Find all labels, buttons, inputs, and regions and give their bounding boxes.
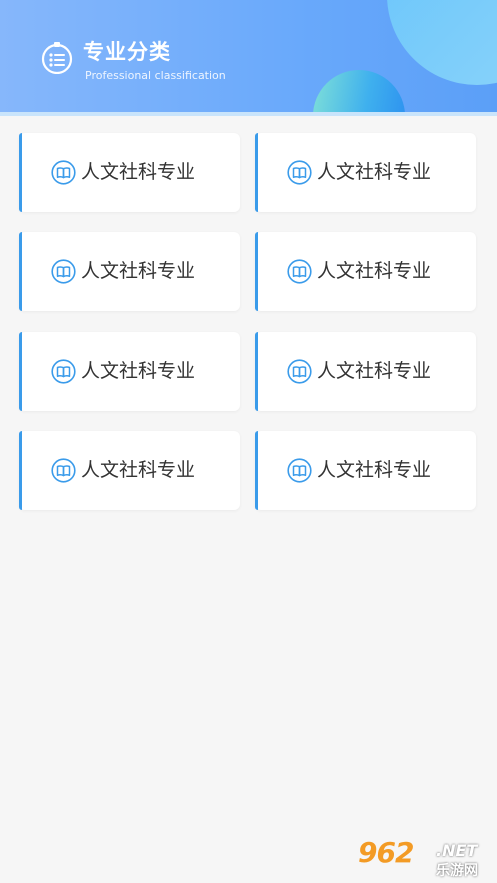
decor-circle-small (313, 70, 405, 112)
watermark-number: 962 (358, 836, 414, 869)
header: 专业分类 Professional classification (0, 0, 497, 112)
book-icon (51, 259, 76, 284)
category-label: 人文社科专业 (81, 359, 196, 382)
book-icon (287, 458, 312, 483)
category-card[interactable]: 人文社科专业 (255, 133, 476, 212)
watermark-suffix: .NET (436, 841, 478, 860)
category-card[interactable]: 人文社科专业 (255, 232, 476, 312)
watermark: 962 .NET 乐游网 (356, 836, 492, 879)
category-label: 人文社科专业 (317, 260, 432, 283)
book-icon (287, 160, 312, 185)
page-subtitle: Professional classification (85, 69, 226, 82)
category-label: 人文社科专业 (81, 458, 196, 481)
decor-circle-large (387, 0, 497, 85)
category-label: 人文社科专业 (317, 161, 432, 183)
category-card[interactable]: 人文社科专业 (19, 430, 240, 510)
category-label: 人文社科专业 (317, 458, 432, 481)
category-label: 人文社科专业 (81, 260, 196, 283)
book-icon (51, 458, 76, 483)
list-icon (41, 42, 73, 74)
category-label: 人文社科专业 (317, 359, 432, 382)
book-icon (287, 259, 312, 284)
book-icon (51, 160, 76, 185)
category-card[interactable]: 人文社科专业 (19, 232, 240, 312)
watermark-site: 乐游网 (436, 863, 478, 879)
category-card[interactable]: 人文社科专业 (255, 430, 476, 510)
category-card[interactable]: 人文社科专业 (19, 133, 240, 212)
header-divider (0, 112, 497, 116)
category-label: 人文社科专业 (81, 161, 196, 183)
category-card[interactable]: 人文社科专业 (255, 331, 476, 411)
page-title: 专业分类 (83, 40, 171, 64)
category-card[interactable]: 人文社科专业 (19, 331, 240, 411)
book-icon (51, 358, 76, 384)
book-icon (287, 358, 312, 384)
